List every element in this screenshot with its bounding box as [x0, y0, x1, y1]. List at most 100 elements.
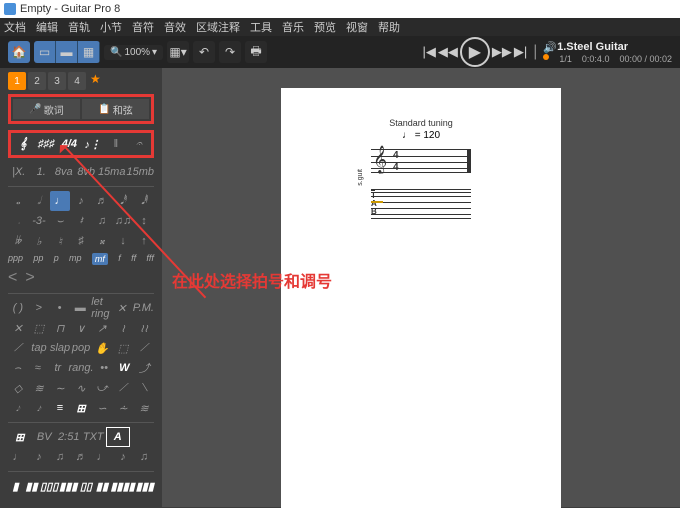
vol4-icon[interactable]: ▮▮▮ — [59, 476, 77, 496]
tuplet-button[interactable]: -3- — [29, 211, 49, 231]
lyrics-button[interactable]: 🎤歌词 — [13, 99, 80, 119]
eighth-note-button[interactable]: ♪ — [71, 191, 91, 211]
fermata-button[interactable]: 𝄐 — [128, 134, 150, 154]
staccato-button[interactable]: • — [50, 298, 70, 318]
vibrato-button[interactable]: ≈ — [28, 358, 47, 378]
whole-note-button[interactable]: 𝅝 — [8, 191, 28, 211]
double-flat-button[interactable]: 𝄫 — [8, 231, 28, 251]
tenuto-button[interactable]: ▬ — [70, 298, 90, 318]
golpe-button[interactable]: ⬚ — [113, 338, 133, 358]
free-time-button[interactable]: ♪⋮ — [81, 134, 103, 154]
timer-button[interactable]: 2:51 — [57, 427, 81, 447]
view-mode-1[interactable]: ▭ — [34, 41, 56, 63]
rasgueado-button[interactable]: ≀≀ — [134, 318, 154, 338]
64th-note-button[interactable]: 𝅘𝅥𝅱 — [134, 191, 154, 211]
vol1-icon[interactable]: ▮ — [8, 476, 23, 496]
staff[interactable]: s.guit 𝄞 44 TAB — [371, 149, 471, 219]
turn-button[interactable]: ∽ — [92, 398, 112, 418]
score-page[interactable]: Standard tuning ♩ = 120 s.guit 𝄞 44 TAB — [281, 88, 561, 508]
repeat-start-button[interactable]: ‖ — [105, 134, 127, 154]
quarter-note-button[interactable]: ♩ — [50, 191, 70, 211]
note1-icon[interactable]: ♩ — [8, 447, 28, 467]
menu-help[interactable]: 帮助 — [378, 19, 400, 35]
fret-diagram-button[interactable]: ⊞ — [8, 427, 32, 447]
note3-icon[interactable]: ♫ — [50, 447, 70, 467]
ending-button[interactable]: 1. — [30, 162, 51, 182]
f-button[interactable]: f — [118, 253, 121, 265]
fade-button[interactable]: ⟋ — [134, 338, 154, 358]
mp-button[interactable]: mp — [69, 253, 82, 265]
pick-button[interactable]: ⬚ — [29, 318, 49, 338]
part-tab-3[interactable]: 3 — [48, 72, 66, 90]
natural-button[interactable]: ♮ — [50, 231, 70, 251]
track-info[interactable]: 🔊 1. Steel Guitar 1/10:0:4.000:00 / 00:0… — [543, 41, 672, 64]
menu-effect[interactable]: 音效 — [164, 19, 186, 35]
15mb-button[interactable]: 15mb — [126, 162, 154, 182]
accent-button[interactable]: > — [29, 298, 49, 318]
part-tab-4[interactable]: 4 — [68, 72, 86, 90]
chord-diagram-button[interactable]: ⊞ — [71, 398, 91, 418]
menu-tools[interactable]: 工具 — [250, 19, 272, 35]
note2-icon[interactable]: ♪ — [29, 447, 49, 467]
vol6-icon[interactable]: ▮▮ — [95, 476, 110, 496]
forward-icon[interactable]: ▶▶ — [492, 44, 512, 60]
wave2-button[interactable]: ∿ — [71, 378, 91, 398]
menu-music[interactable]: 音乐 — [282, 19, 304, 35]
note7-icon[interactable]: ♫ — [134, 447, 154, 467]
decrescendo-button[interactable]: > — [25, 269, 32, 287]
undo-button[interactable]: ↶ — [193, 41, 215, 63]
tap-button[interactable]: tap — [29, 338, 49, 358]
text-marker-button[interactable]: ≡ — [50, 398, 70, 418]
crescendo-button[interactable]: < — [8, 269, 15, 287]
menu-window[interactable]: 视窗 — [346, 19, 368, 35]
bend-up-button[interactable]: ⤴ — [135, 358, 154, 378]
half-note-button[interactable]: 𝅗𝅥 — [29, 191, 49, 211]
mf-button[interactable]: mf — [92, 253, 108, 265]
txt-button[interactable]: TXT — [82, 427, 106, 447]
grace1-button[interactable]: 𝆕 — [8, 398, 28, 418]
vol3-icon[interactable]: ▯▯▯ — [40, 476, 58, 496]
wave-button[interactable]: ∼ — [50, 378, 70, 398]
slap-button[interactable]: slap — [50, 338, 70, 358]
chords-button[interactable]: 📋和弦 — [82, 99, 149, 119]
pop-button[interactable]: pop — [71, 338, 91, 358]
vol8-icon[interactable]: ▮▮▮ — [136, 476, 154, 496]
sharp-button[interactable]: ♯ — [71, 231, 91, 251]
vol2-icon[interactable]: ▮▮ — [24, 476, 39, 496]
print-button[interactable]: 🖶 — [245, 41, 267, 63]
tab-lines[interactable]: TAB — [371, 189, 471, 219]
zoom-control[interactable]: 🔍100%▾ — [104, 45, 163, 60]
note5-icon[interactable]: ♩ — [92, 447, 112, 467]
dot-button[interactable]: 𝅭 — [8, 211, 28, 231]
redo-button[interactable]: ↷ — [219, 41, 241, 63]
marker-a-button[interactable]: A — [106, 427, 130, 447]
stem-button[interactable]: ↕ — [134, 211, 154, 231]
menu-note[interactable]: 音符 — [132, 19, 154, 35]
clef-button[interactable]: 𝄞 — [12, 134, 34, 154]
grace-button[interactable]: ♫ — [92, 211, 112, 231]
repeat-sign-button[interactable]: |X. — [8, 162, 29, 182]
skip-end-icon[interactable]: ▶| — [514, 44, 527, 60]
let-ring-button[interactable]: let ring — [91, 298, 111, 318]
rang-button[interactable]: rang. — [68, 358, 93, 378]
hand-button[interactable]: ✋ — [92, 338, 112, 358]
menu-edit[interactable]: 编辑 — [36, 19, 58, 35]
upstroke-button[interactable]: ⊓ — [50, 318, 70, 338]
mordent-button[interactable]: ⩪ — [113, 398, 133, 418]
8va-button[interactable]: 8va — [53, 162, 74, 182]
note4-icon[interactable]: ♬ — [71, 447, 91, 467]
skip-start-icon[interactable]: |◀ — [423, 44, 436, 60]
home-button[interactable]: 🏠 — [8, 41, 30, 63]
tie-button[interactable]: ⌣ — [50, 211, 70, 231]
cross-button[interactable]: ✕ — [8, 318, 28, 338]
menu-section[interactable]: 区域注释 — [196, 19, 240, 35]
hammer-button[interactable]: ⌢ — [8, 358, 27, 378]
slide3-button[interactable]: ⟍ — [134, 378, 154, 398]
play-button[interactable]: ▶ — [460, 37, 490, 67]
downstroke-button[interactable]: ∨ — [71, 318, 91, 338]
vol5-icon[interactable]: ▯▯ — [78, 476, 93, 496]
flat-button[interactable]: ♭ — [29, 231, 49, 251]
part-tab-1[interactable]: 1 — [8, 72, 26, 90]
part-tab-2[interactable]: 2 — [28, 72, 46, 90]
menu-track[interactable]: 音轨 — [68, 19, 90, 35]
